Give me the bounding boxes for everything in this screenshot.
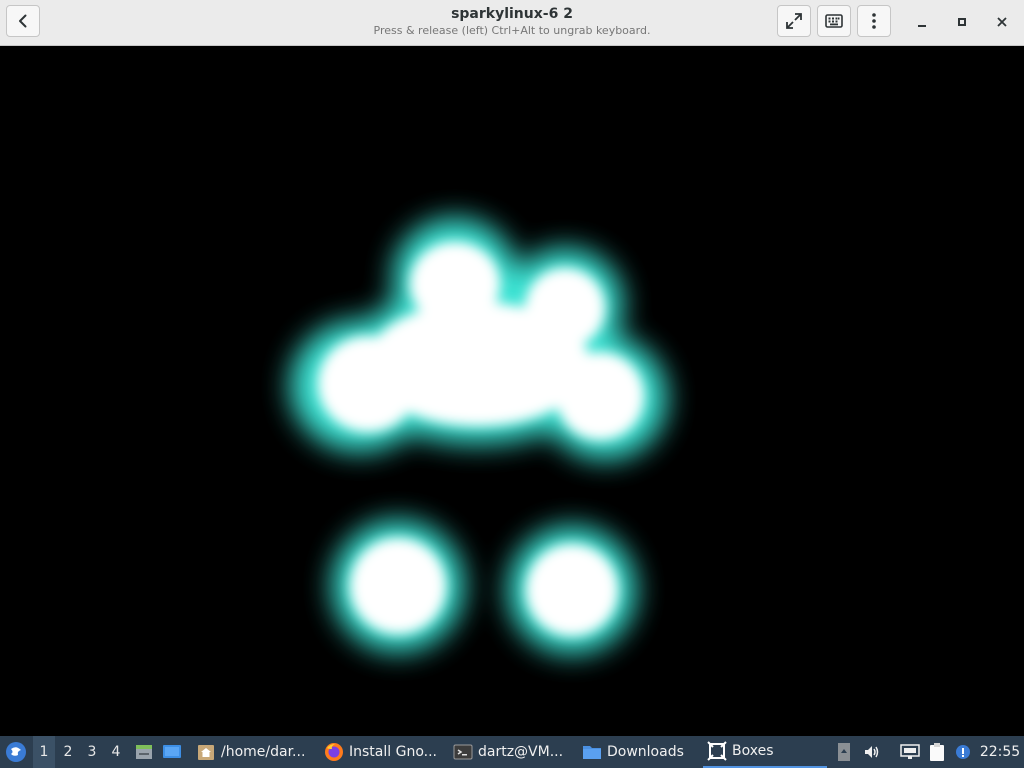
show-desktop-button[interactable] xyxy=(160,736,184,768)
vm-display[interactable] xyxy=(0,46,1024,736)
minimize-icon xyxy=(918,25,926,27)
firefox-icon xyxy=(325,743,343,761)
folder-icon xyxy=(583,746,601,759)
terminal-icon xyxy=(453,744,473,760)
maximize-button[interactable] xyxy=(950,10,974,34)
volume-tray-button[interactable] xyxy=(860,736,884,768)
back-button[interactable] xyxy=(6,5,40,37)
window-menu-button[interactable] xyxy=(857,5,891,37)
info-notification-icon xyxy=(956,745,970,759)
network-icon xyxy=(900,744,920,759)
clipboard-tray-button[interactable] xyxy=(925,736,949,768)
taskbar-task-label: Install Gno... xyxy=(349,744,437,760)
send-keys-button[interactable] xyxy=(817,5,851,37)
taskbar-task-label: Downloads xyxy=(607,744,684,760)
network-tray-button[interactable] xyxy=(898,736,922,768)
window-headerbar: sparkylinux-6 2 Press & release (left) C… xyxy=(0,0,1024,46)
clipboard-icon xyxy=(930,743,944,761)
boxes-icon xyxy=(707,741,727,761)
close-button[interactable] xyxy=(990,10,1014,34)
back-arrow-icon xyxy=(19,14,27,28)
maximize-icon xyxy=(958,18,966,26)
taskbar-task-boxes[interactable]: Boxes xyxy=(703,736,827,768)
boot-splash-logo xyxy=(290,218,667,654)
taskbar: 1 2 3 4 /home/dar... Install Gno... dart… xyxy=(0,736,1024,768)
window-title-area: sparkylinux-6 2 Press & release (left) C… xyxy=(300,5,724,38)
drive-icon xyxy=(136,745,152,759)
volume-icon xyxy=(865,746,879,758)
kebab-menu-icon xyxy=(872,13,876,29)
workspace-2[interactable]: 2 xyxy=(57,736,79,768)
minimize-button[interactable] xyxy=(910,10,934,34)
scroll-up-icon xyxy=(838,743,850,761)
keyboard-icon xyxy=(825,14,843,28)
taskbar-task-label: /home/dar... xyxy=(221,744,306,760)
fullscreen-button[interactable] xyxy=(777,5,811,37)
updates-tray-button[interactable] xyxy=(951,736,975,768)
close-icon xyxy=(997,17,1007,27)
workspace-1[interactable]: 1 xyxy=(33,736,55,768)
taskbar-task-downloads[interactable]: Downloads xyxy=(578,736,698,768)
window-subtitle: Press & release (left) Ctrl+Alt to ungra… xyxy=(373,24,651,37)
taskbar-task-label: Boxes xyxy=(732,743,774,759)
file-manager-launcher[interactable] xyxy=(132,736,156,768)
taskbar-task-terminal[interactable]: dartz@VM... xyxy=(449,736,573,768)
taskbar-task-firefox[interactable]: Install Gno... xyxy=(320,736,444,768)
fullscreen-icon xyxy=(786,13,802,29)
clock[interactable]: 22:55 xyxy=(978,736,1022,768)
home-folder-icon xyxy=(198,745,214,760)
tray-scroll-button[interactable] xyxy=(832,736,856,768)
sparky-logo-icon xyxy=(6,742,26,762)
workspace-3[interactable]: 3 xyxy=(81,736,103,768)
desktop-icon xyxy=(163,745,181,758)
taskbar-task-home[interactable]: /home/dar... xyxy=(192,736,314,768)
window-title: sparkylinux-6 2 xyxy=(451,6,573,22)
applications-menu-button[interactable] xyxy=(3,736,29,768)
workspace-4[interactable]: 4 xyxy=(105,736,127,768)
taskbar-task-label: dartz@VM... xyxy=(478,744,564,760)
